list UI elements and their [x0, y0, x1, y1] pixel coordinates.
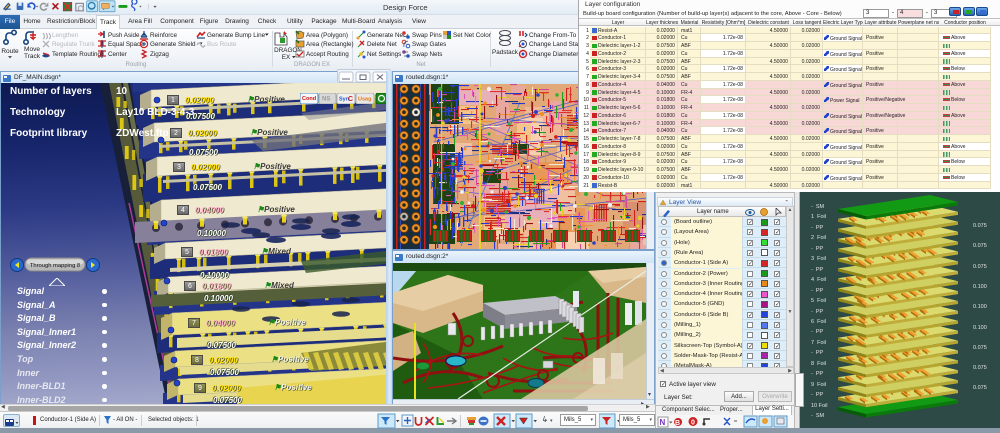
svg-text:Reinforce: Reinforce — [150, 32, 177, 39]
svg-text:Zigzag: Zigzag — [150, 51, 169, 58]
svg-text:N: N — [660, 418, 666, 427]
svg-text:EX: EX — [282, 54, 291, 61]
svg-text:Padstack: Padstack — [492, 49, 519, 56]
svg-text:Generate Net: Generate Net — [367, 32, 405, 39]
svg-text:Track: Track — [24, 53, 41, 60]
svg-text:Route: Route — [1, 48, 19, 55]
svg-text:Through mapping 8: Through mapping 8 — [30, 263, 80, 269]
svg-text:Area (Rectangle): Area (Rectangle) — [306, 41, 354, 48]
svg-text:Change Land Status: Change Land Status — [529, 41, 578, 48]
svg-text:C: C — [348, 96, 353, 103]
svg-text:Center: Center — [108, 51, 127, 58]
svg-text:Usag: Usag — [358, 97, 371, 103]
svg-text:Swap Pins: Swap Pins — [412, 32, 442, 39]
svg-text:Accept Routing: Accept Routing — [306, 51, 349, 58]
svg-text:Area (Polygon): Area (Polygon) — [306, 32, 348, 39]
svg-text:Cond: Cond — [302, 96, 316, 102]
svg-text:Swap Gates: Swap Gates — [412, 41, 446, 48]
svg-text:Template Routing: Template Routing — [52, 51, 102, 58]
svg-text:Bus Route: Bus Route — [207, 41, 237, 48]
svg-text:B: B — [675, 420, 680, 427]
svg-text:Set Net Color: Set Net Color — [453, 32, 491, 39]
svg-text:Regulate Trunk: Regulate Trunk — [52, 41, 96, 48]
svg-text:Equal Space: Equal Space — [108, 41, 144, 48]
svg-text:Delete Net: Delete Net — [367, 41, 397, 48]
svg-text:Swap Nets: Swap Nets — [412, 51, 442, 58]
svg-text:NS: NS — [322, 97, 330, 103]
svg-text:0: 0 — [691, 420, 695, 427]
svg-text:Lengthen: Lengthen — [52, 32, 79, 39]
svg-text:Change Diameter: Change Diameter — [529, 51, 578, 58]
svg-text:Push Aside: Push Aside — [108, 32, 140, 39]
svg-text:Move: Move — [24, 46, 40, 53]
svg-text:Change From-To: Change From-To — [529, 32, 577, 39]
svg-text:Generate Bump Line: Generate Bump Line — [207, 32, 266, 39]
svg-text:Net Settings: Net Settings — [367, 51, 401, 58]
svg-text:Generate Shield: Generate Shield — [150, 41, 196, 48]
